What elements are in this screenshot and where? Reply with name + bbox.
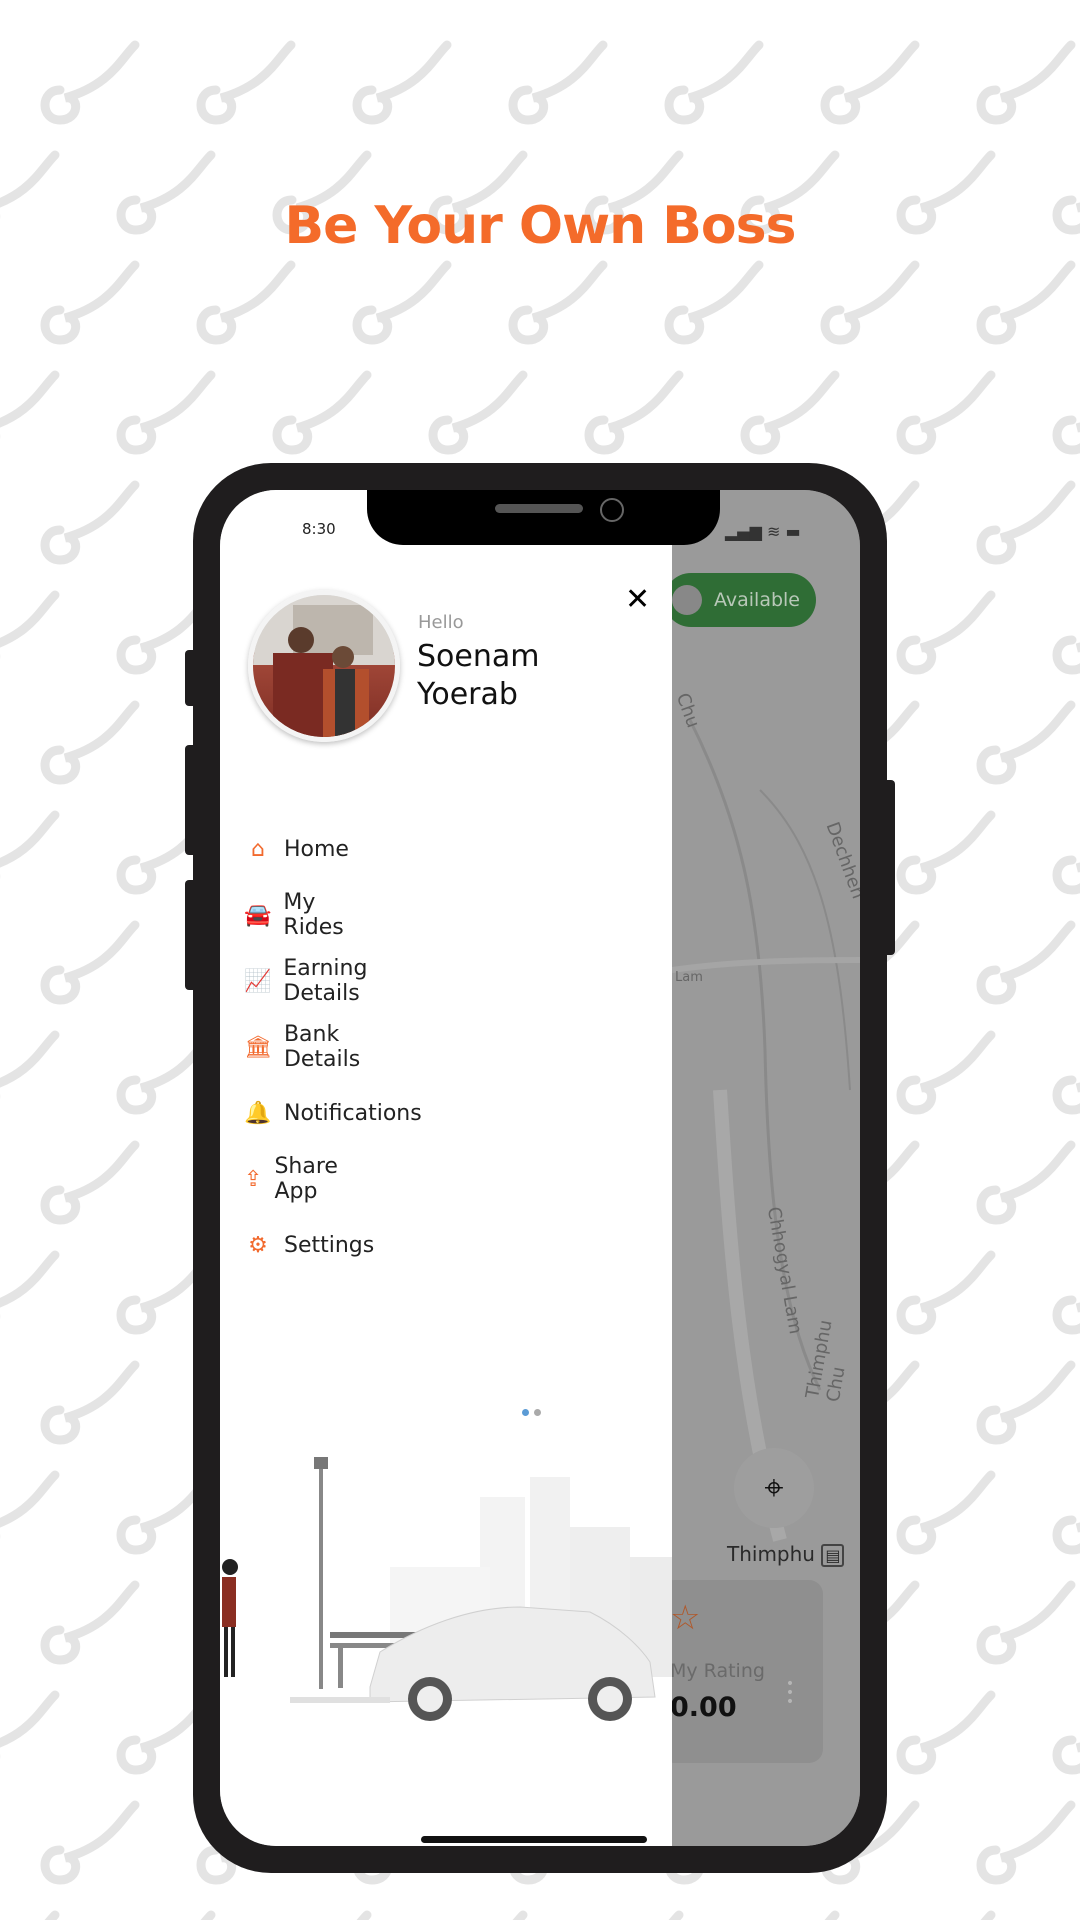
more-options-icon[interactable]: • • • — [785, 1677, 795, 1709]
crosshair-icon: ⌖ — [764, 1468, 784, 1508]
greeting: Hello — [418, 612, 464, 633]
menu-item-label: Earning Details — [283, 956, 368, 1006]
current-city: Thimphu ▤ — [727, 1542, 845, 1567]
menu-item-home[interactable]: ⌂ Home — [244, 829, 349, 869]
menu-item-label: Notifications — [284, 1100, 422, 1126]
bank-icon: 🏛 — [244, 1034, 272, 1060]
pager-dot[interactable] — [534, 1409, 541, 1416]
car-icon: 🚘 — [244, 902, 272, 928]
menu-item-my-rides[interactable]: 🚘 My Rides — [244, 890, 344, 940]
menu-item-bank-details[interactable]: 🏛 Bank Details — [244, 1022, 360, 1072]
speaker — [495, 504, 583, 513]
city-label: Thimphu — [727, 1542, 815, 1566]
status-time: 8:30 — [302, 520, 336, 538]
toggle-knob — [672, 585, 702, 615]
menu-item-share-app[interactable]: ⇪ Share App — [244, 1154, 348, 1204]
pager-dot-active[interactable] — [522, 1409, 529, 1416]
availability-label: Available — [714, 589, 801, 611]
share-icon: ⇪ — [244, 1166, 263, 1192]
locate-me-button[interactable]: ⌖ — [734, 1448, 814, 1528]
phone-mockup: Dechhen Chhogyal Lam Thimphu Chu Lam Chu… — [193, 463, 887, 1873]
last-name: Yoerab — [417, 677, 518, 712]
wifi-icon: ≋ — [767, 522, 781, 541]
status-icons: ▂▄▆ ≋ ▬ — [725, 522, 801, 541]
close-icon[interactable]: ✕ — [625, 582, 650, 617]
camera — [600, 498, 624, 522]
phone-screen: Dechhen Chhogyal Lam Thimphu Chu Lam Chu… — [220, 490, 860, 1846]
city-car-illustration — [222, 1457, 672, 1721]
road-label: Lam — [675, 970, 703, 985]
availability-toggle[interactable]: Available — [664, 573, 816, 627]
rating-label: My Rating — [670, 1660, 765, 1682]
navigation-drawer: 8:30 Hello Soenam Yoerab ✕ ⌂ Home 🚘 My Rides… — [220, 490, 672, 1846]
profile-photo — [253, 595, 395, 737]
driver-name: Soenam Yoerab — [417, 638, 539, 714]
avatar[interactable] — [248, 590, 400, 742]
menu-item-label: Bank Details — [283, 1022, 361, 1072]
menu-item-label: Settings — [284, 1232, 375, 1258]
menu-item-label: My Rides — [283, 890, 344, 940]
gear-icon: ⚙ — [248, 1232, 268, 1258]
chart-icon: 📈 — [244, 968, 272, 994]
bell-icon: 🔔 — [244, 1100, 272, 1126]
battery-icon: ▬ — [785, 522, 801, 541]
home-indicator[interactable] — [421, 1836, 647, 1843]
pager-dots — [522, 1401, 546, 1420]
bus-icon: ▤ — [821, 1544, 845, 1567]
phone-notch — [367, 490, 720, 545]
star-icon: ☆ — [670, 1598, 701, 1638]
signal-icon: ▂▄▆ — [725, 522, 762, 541]
menu-item-label: Share App — [274, 1154, 338, 1204]
rating-card[interactable]: ☆ My Rating 0.00 • • • — [660, 1580, 823, 1763]
headline: Be Your Own Boss — [284, 196, 796, 256]
menu-item-label: Home — [284, 836, 349, 862]
menu-item-settings[interactable]: ⚙ Settings — [244, 1225, 374, 1265]
menu-item-notifications[interactable]: 🔔 Notifications — [244, 1093, 422, 1133]
home-icon: ⌂ — [251, 836, 265, 862]
menu-item-earning-details[interactable]: 📈 Earning Details — [244, 956, 368, 1006]
rating-value: 0.00 — [670, 1692, 737, 1723]
first-name: Soenam — [417, 639, 540, 674]
